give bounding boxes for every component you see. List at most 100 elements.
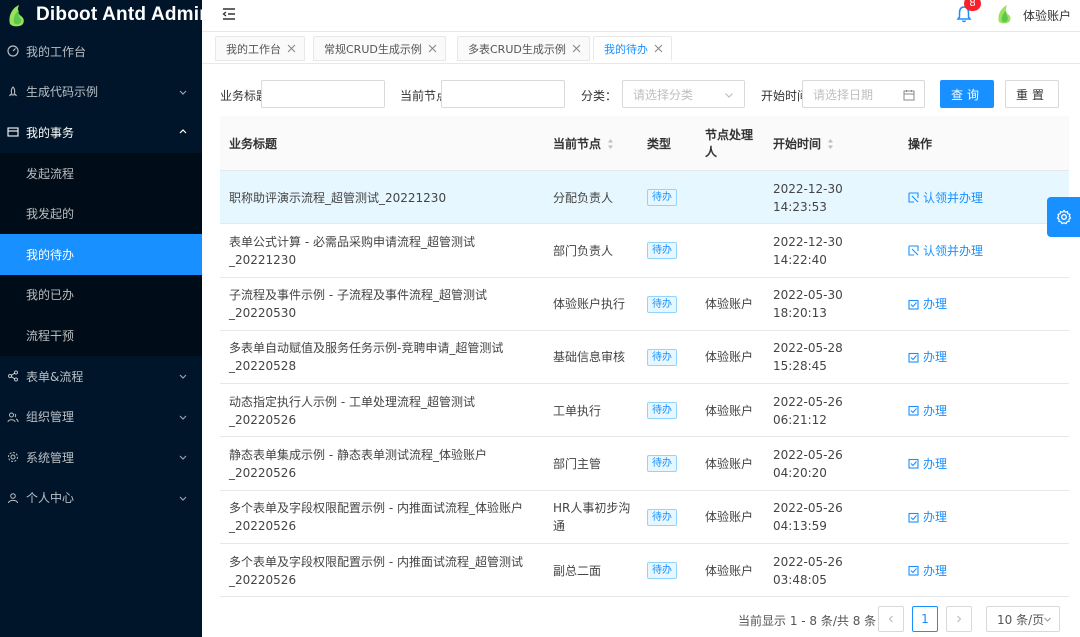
- handle-link[interactable]: 办理: [908, 348, 947, 366]
- chevron-left-icon: [888, 615, 893, 623]
- cell-title: 多个表单及字段权限配置示例 - 内推面试流程_体验账户_20220526: [229, 501, 523, 534]
- handle-link[interactable]: 办理: [908, 455, 947, 473]
- page-size-value: 10 条/页: [997, 612, 1045, 627]
- sidebar-item-codegen[interactable]: 生成代码示例: [0, 72, 202, 113]
- col-title: 业务标题: [229, 137, 278, 151]
- cell-node: 部门负责人: [553, 243, 614, 258]
- cell-type: 待办: [647, 544, 677, 597]
- team-icon: [6, 410, 20, 424]
- table-row: 表单公式计算 - 必需品采购申请流程_超管测试_20221230 部门负责人 待办 2…: [220, 224, 1069, 278]
- table-row: 多表单自动赋值及服务任务示例-竞聘申请_超管测试_20220528 基础信息审核 待…: [220, 331, 1069, 385]
- page-1-button[interactable]: 1: [912, 606, 938, 632]
- settings-drawer-button[interactable]: [1047, 197, 1080, 237]
- cell-type: 待办: [647, 331, 677, 384]
- check-square-icon: [908, 299, 919, 310]
- menu-fold-icon[interactable]: [220, 5, 238, 23]
- app-title: Diboot Antd Admin: [36, 4, 212, 25]
- user-name[interactable]: 体验账户: [1023, 7, 1071, 24]
- user-icon: [6, 491, 20, 505]
- query-button[interactable]: 查询: [940, 80, 994, 108]
- cell-node: 体验账户执行: [553, 297, 626, 312]
- category-select[interactable]: 请选择分类: [622, 80, 745, 108]
- claim-icon: [908, 192, 919, 203]
- check-square-icon: [908, 352, 919, 363]
- page-size-select[interactable]: 10 条/页: [986, 606, 1060, 632]
- table-row: 子流程及事件示例 - 子流程及事件流程_超管测试_20220530 体验账户执行 待…: [220, 278, 1069, 331]
- reset-button[interactable]: 重置: [1005, 80, 1059, 108]
- date-picker[interactable]: 请选择日期: [802, 80, 925, 108]
- sidebar-item-org[interactable]: 组织管理: [0, 396, 202, 437]
- table-row: 动态指定执行人示例 - 工单处理流程_超管测试_20220526 工单执行 待办 体验…: [220, 384, 1069, 438]
- close-icon[interactable]: [654, 44, 663, 53]
- status-badge: 待办: [647, 348, 677, 366]
- sidebar-item-start-process[interactable]: 发起流程: [0, 153, 202, 194]
- sidebar-item-my-done[interactable]: 我的已办: [0, 275, 202, 316]
- cell-type: 待办: [647, 437, 677, 490]
- rocket-icon: [6, 85, 20, 99]
- tab-my-todo[interactable]: 我的待办: [593, 36, 672, 61]
- cell-action: 办理: [908, 278, 947, 331]
- table-body: 职称助评演示流程_超管测试_20221230 分配负责人 待办 2022-12-30 1…: [220, 171, 1069, 598]
- sort-icon[interactable]: [607, 138, 614, 150]
- sidebar-item-label: 发起流程: [26, 166, 75, 181]
- tab-multi-crud-demo[interactable]: 多表CRUD生成示例: [457, 36, 590, 61]
- dashboard-icon: [6, 44, 20, 58]
- cell-action: 认领并办理: [908, 171, 983, 224]
- sidebar-item-process-intervene[interactable]: 流程干预: [0, 315, 202, 356]
- tab-workbench[interactable]: 我的工作台: [215, 36, 305, 61]
- cell-handler: 体验账户: [705, 456, 754, 471]
- sidebar-item-label: 组织管理: [26, 410, 75, 425]
- sidebar-item-personal[interactable]: 个人中心: [0, 478, 202, 519]
- sort-icon[interactable]: [827, 138, 834, 150]
- cell-start-time: 2022-12-30 14:22:40: [773, 234, 843, 267]
- claim-and-handle-link[interactable]: 认领并办理: [908, 242, 983, 260]
- sidebar-item-workbench[interactable]: 我的工作台: [0, 31, 202, 72]
- status-badge: 待办: [647, 562, 677, 580]
- cell-handler: 体验账户: [705, 563, 754, 578]
- next-page-button[interactable]: [946, 606, 972, 632]
- sidebar-item-my-todo[interactable]: 我的待办: [0, 233, 202, 275]
- close-icon[interactable]: [428, 44, 437, 53]
- setting-icon: [6, 450, 20, 464]
- sidebar-item-label: 表单&流程: [26, 369, 84, 384]
- col-start-time[interactable]: 开始时间: [773, 116, 834, 171]
- tab-label: 我的工作台: [226, 42, 281, 56]
- cell-type: 待办: [647, 224, 677, 277]
- cell-type: 待办: [647, 384, 677, 437]
- cell-action: 办理: [908, 331, 947, 384]
- cell-node: 基础信息审核: [553, 350, 626, 365]
- sidebar-item-system[interactable]: 系统管理: [0, 437, 202, 478]
- handle-link[interactable]: 办理: [908, 402, 947, 420]
- prev-page-button[interactable]: [878, 606, 904, 632]
- sidebar-submenu: 发起流程 我发起的 我的待办 我的已办 流程干预: [0, 152, 202, 356]
- handle-link[interactable]: 办理: [908, 508, 947, 526]
- claim-and-handle-link[interactable]: 认领并办理: [908, 189, 983, 207]
- node-label: 当前节点: [400, 89, 444, 103]
- sidebar-item-my-affairs[interactable]: 我的事务: [0, 112, 202, 153]
- tab-label: 常规CRUD生成示例: [324, 42, 422, 56]
- cell-action: 办理: [908, 437, 947, 490]
- chevron-down-icon: [1044, 617, 1051, 622]
- logo[interactable]: Diboot Antd Admin: [0, 0, 211, 30]
- tab-crud-demo[interactable]: 常规CRUD生成示例: [313, 36, 446, 61]
- chevron-right-icon: [957, 615, 962, 623]
- title-input[interactable]: [261, 80, 385, 108]
- handle-link[interactable]: 办理: [908, 295, 947, 313]
- top-header: 8 体验账户: [202, 0, 1080, 32]
- check-square-icon: [908, 566, 919, 576]
- table-row: 多个表单及字段权限配置示例 - 内推面试流程_超管测试_20220526 副总二面…: [220, 544, 1069, 598]
- check-square-icon: [908, 459, 919, 470]
- sidebar-item-my-initiated[interactable]: 我发起的: [0, 193, 202, 234]
- close-icon[interactable]: [287, 44, 296, 53]
- cell-title: 子流程及事件示例 - 子流程及事件流程_超管测试_20220530: [229, 288, 487, 321]
- close-icon[interactable]: [572, 44, 581, 53]
- sidebar-item-label: 生成代码示例: [26, 85, 99, 100]
- col-node[interactable]: 当前节点: [553, 116, 614, 171]
- cell-title: 动态指定执行人示例 - 工单处理流程_超管测试_20220526: [229, 394, 475, 427]
- check-square-icon: [908, 406, 919, 416]
- avatar[interactable]: [994, 3, 1016, 25]
- node-input[interactable]: [441, 80, 565, 108]
- handle-link[interactable]: 办理: [908, 562, 947, 580]
- cell-start-time: 2022-05-26 06:21:12: [773, 394, 843, 427]
- sidebar-item-form-process[interactable]: 表单&流程: [0, 356, 202, 397]
